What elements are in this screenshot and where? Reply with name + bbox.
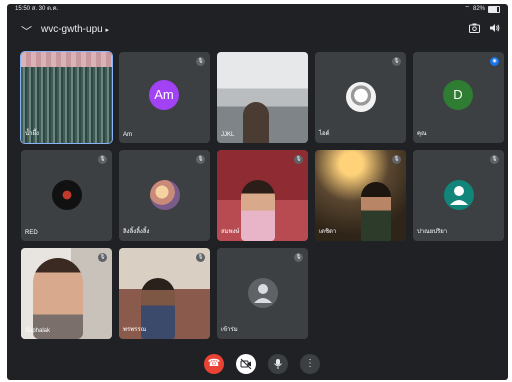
more-vert-icon: ⋮ bbox=[305, 358, 315, 369]
call-controls: ☎ ⋮ bbox=[204, 354, 320, 376]
participant-name: ลิงลิ้งลิ้งลิ้ง bbox=[123, 229, 150, 235]
participant-tile-pornpan[interactable]: 🎙 พรพรรณ bbox=[119, 248, 210, 339]
person-silhouette bbox=[241, 180, 275, 241]
mic-toggle-button[interactable] bbox=[268, 354, 288, 374]
wifi-icon: ⌔ bbox=[464, 6, 470, 12]
mic-off-icon: 🎙 bbox=[392, 57, 401, 66]
participant-tile-khun[interactable]: D ◉ คุณ bbox=[413, 52, 504, 143]
participant-tile-khaorom[interactable]: 🎙 เข้าร่ม bbox=[217, 248, 308, 339]
participant-tile-red[interactable]: 🎙 RED bbox=[21, 150, 112, 241]
switch-camera-icon[interactable] bbox=[469, 23, 480, 36]
participant-name: RED bbox=[25, 230, 38, 236]
end-call-button[interactable]: ☎ bbox=[204, 354, 224, 374]
participant-name: JJKL bbox=[221, 132, 235, 138]
meet-screen: 15:50 ส. 30 ต.ค. ⌔ 82% ﹀ wvc-gwth-upu ▸ … bbox=[7, 4, 508, 380]
participant-name: เตชิตา bbox=[319, 229, 337, 235]
participant-tile-am[interactable]: Am 🎙 Am bbox=[119, 52, 210, 143]
speaking-icon: ◉ bbox=[490, 57, 499, 66]
meeting-code: wvc-gwth-upu bbox=[41, 24, 103, 35]
participant-tile-techita[interactable]: 🎙 เตชิตา bbox=[315, 150, 406, 241]
camera-toggle-button[interactable] bbox=[236, 354, 256, 374]
avatar: Am bbox=[149, 80, 179, 110]
phone-hangup-icon: ☎ bbox=[207, 358, 221, 369]
participant-name: Suphalak bbox=[25, 328, 51, 334]
mic-off-icon: 🎙 bbox=[490, 155, 499, 164]
person-silhouette bbox=[33, 258, 83, 339]
person-icon bbox=[248, 278, 278, 308]
avatar: D bbox=[443, 80, 473, 110]
participant-tile-ai[interactable]: 🎙 ไอด์ bbox=[315, 52, 406, 143]
status-clock: 15:50 bbox=[15, 6, 31, 12]
mic-off-icon: 🎙 bbox=[196, 57, 205, 66]
person-silhouette bbox=[243, 102, 269, 143]
chevron-down-icon[interactable]: ﹀ bbox=[21, 23, 32, 39]
mic-off-icon: 🎙 bbox=[196, 253, 205, 262]
mic-off-icon: 🎙 bbox=[196, 155, 205, 164]
participant-name: ปาณยปริยา bbox=[417, 229, 448, 235]
participant-name: สมพงษ์ bbox=[221, 229, 240, 235]
status-date: ส. 30 ต.ค. bbox=[31, 6, 59, 12]
participant-tile-suphalak[interactable]: 🎙 Suphalak bbox=[21, 248, 112, 339]
curtain-valance bbox=[21, 52, 112, 67]
status-bar: 15:50 ส. 30 ต.ค. ⌔ 82% bbox=[7, 4, 508, 15]
participant-name: น้ำผึ้ง bbox=[25, 131, 39, 137]
participant-name: Am bbox=[123, 132, 132, 138]
person-silhouette bbox=[361, 182, 391, 241]
more-options-button[interactable]: ⋮ bbox=[300, 354, 320, 374]
participant-name: ไอด์ bbox=[319, 131, 330, 137]
participant-name: เข้าร่ม bbox=[221, 327, 238, 333]
avatar bbox=[52, 180, 82, 210]
participant-tile-sompong[interactable]: 🎙 สมพงษ์ bbox=[217, 150, 308, 241]
avatar bbox=[150, 180, 180, 210]
mic-icon bbox=[274, 359, 282, 369]
participant-tile-jjkl[interactable]: JJKL bbox=[217, 52, 308, 143]
camera-off-icon bbox=[240, 358, 252, 370]
participant-tile-self[interactable]: น้ำผึ้ง bbox=[20, 51, 113, 144]
chevron-right-icon: ▸ bbox=[105, 27, 109, 34]
participant-name: พรพรรณ bbox=[123, 327, 147, 333]
participant-tile-panya[interactable]: 🎙 ปาณยปริยา bbox=[413, 150, 504, 241]
participant-tile-ling[interactable]: 🎙 ลิงลิ้งลิ้งลิ้ง bbox=[119, 150, 210, 241]
mic-off-icon: 🎙 bbox=[294, 155, 303, 164]
participant-name: คุณ bbox=[417, 131, 427, 137]
battery-icon bbox=[488, 6, 500, 13]
mic-off-icon: 🎙 bbox=[392, 155, 401, 164]
speaker-icon[interactable] bbox=[489, 23, 500, 36]
status-right: ⌔ 82% bbox=[464, 4, 500, 15]
person-icon bbox=[444, 180, 474, 210]
mic-off-icon: 🎙 bbox=[98, 253, 107, 262]
mic-off-icon: 🎙 bbox=[98, 155, 107, 164]
status-time: 15:50 ส. 30 ต.ค. bbox=[15, 4, 58, 15]
meeting-title[interactable]: wvc-gwth-upu ▸ bbox=[41, 24, 109, 35]
avatar bbox=[346, 82, 376, 112]
battery-percent: 82% bbox=[472, 6, 485, 12]
mic-off-icon: 🎙 bbox=[294, 253, 303, 262]
meeting-toolbar: ﹀ wvc-gwth-upu ▸ bbox=[7, 18, 508, 44]
